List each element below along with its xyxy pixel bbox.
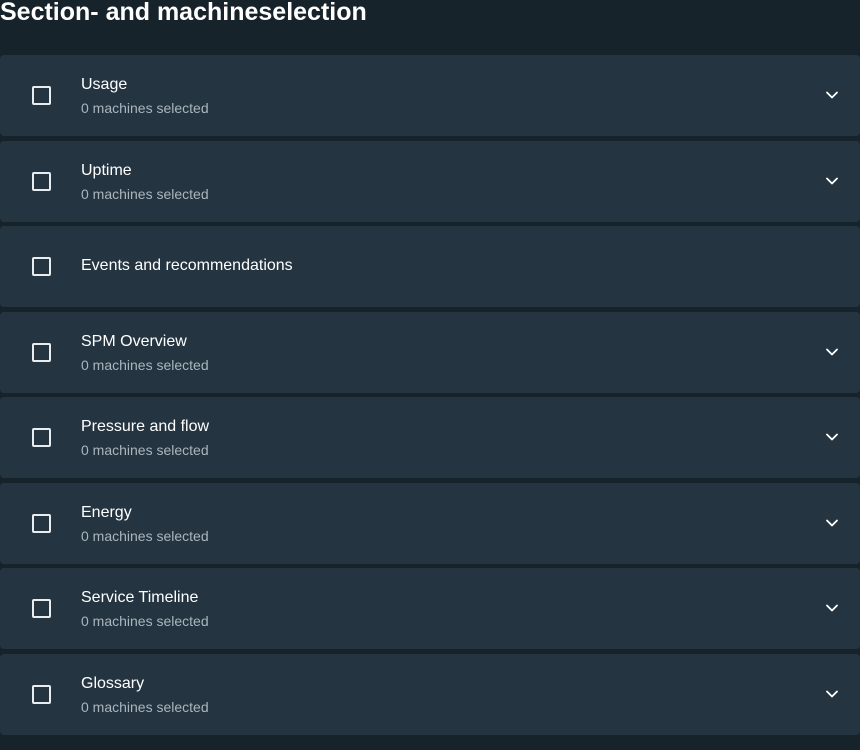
- checkbox[interactable]: [32, 599, 51, 618]
- machines-selected-count: 0 machines selected: [81, 442, 209, 458]
- section-text: Energy 0 machines selected: [81, 502, 209, 546]
- section-text: Events and recommendations: [81, 255, 293, 277]
- section-item-energy[interactable]: Energy 0 machines selected: [0, 482, 860, 564]
- section-text: Glossary 0 machines selected: [81, 673, 209, 717]
- section-item-usage[interactable]: Usage 0 machines selected: [0, 55, 860, 136]
- section-item-pressure-and-flow[interactable]: Pressure and flow 0 machines selected: [0, 397, 860, 478]
- section-title: Pressure and flow: [81, 418, 210, 435]
- machines-selected-count: 0 machines selected: [81, 527, 209, 544]
- page-title: Section- and machineselection: [0, 0, 367, 26]
- section-text: Service Timeline 0 machines selected: [81, 587, 209, 631]
- chevron-down-icon[interactable]: [824, 87, 840, 103]
- section-item-events-and-recommendations[interactable]: Events and recommendations: [0, 226, 860, 307]
- checkbox[interactable]: [32, 513, 51, 533]
- section-title: Energy: [81, 503, 132, 521]
- checkbox[interactable]: [32, 342, 51, 362]
- section-title: Events and recommendations: [81, 257, 293, 274]
- checkbox[interactable]: [32, 257, 51, 276]
- checkbox[interactable]: [32, 428, 51, 447]
- chevron-down-icon[interactable]: [824, 686, 840, 702]
- section-title: Uptime: [81, 161, 132, 179]
- section-text: Usage 0 machines selected: [81, 74, 209, 118]
- chevron-down-icon[interactable]: [824, 173, 840, 189]
- section-title: Service Timeline: [81, 589, 199, 606]
- checkbox[interactable]: [32, 86, 51, 105]
- chevron-down-icon[interactable]: [824, 429, 840, 445]
- section-title: Usage: [81, 76, 128, 93]
- machines-selected-count: 0 machines selected: [81, 356, 209, 373]
- section-text: SPM Overview 0 machines selected: [81, 331, 209, 375]
- machines-selected-count: 0 machines selected: [81, 185, 209, 202]
- checkbox[interactable]: [32, 684, 51, 704]
- machines-selected-count: 0 machines selected: [81, 698, 209, 715]
- section-title: SPM Overview: [81, 332, 187, 350]
- machines-selected-count: 0 machines selected: [81, 100, 209, 116]
- section-item-spm-overview[interactable]: SPM Overview 0 machines selected: [0, 311, 860, 393]
- chevron-down-icon[interactable]: [824, 344, 840, 360]
- section-item-service-timeline[interactable]: Service Timeline 0 machines selected: [0, 568, 860, 649]
- machines-selected-count: 0 machines selected: [81, 613, 209, 629]
- chevron-down-icon[interactable]: [824, 515, 840, 531]
- chevron-down-icon[interactable]: [824, 600, 840, 616]
- section-item-uptime[interactable]: Uptime 0 machines selected: [0, 140, 860, 222]
- section-item-glossary[interactable]: Glossary 0 machines selected: [0, 653, 860, 735]
- section-title: Glossary: [81, 674, 145, 692]
- section-list: Usage 0 machines selected Uptime 0 machi…: [0, 55, 860, 739]
- checkbox[interactable]: [32, 171, 51, 191]
- section-text: Pressure and flow 0 machines selected: [81, 416, 209, 460]
- section-text: Uptime 0 machines selected: [81, 160, 209, 204]
